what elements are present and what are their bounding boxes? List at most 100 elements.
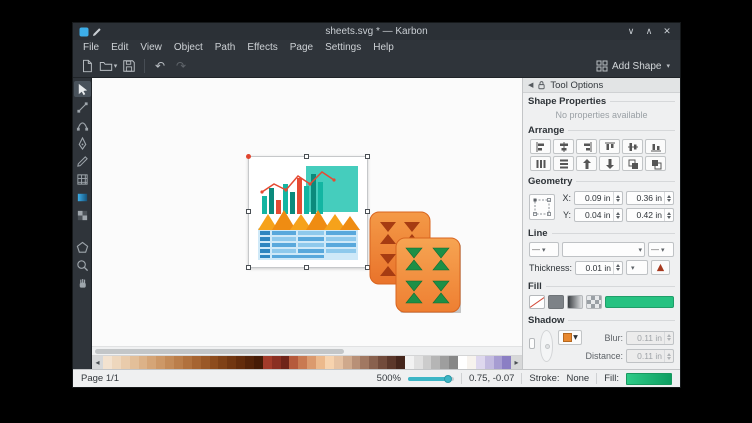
fill-gradient-button[interactable] xyxy=(567,295,583,309)
bring-to-front-button[interactable] xyxy=(622,156,643,171)
palette-swatch[interactable] xyxy=(396,356,405,369)
palette-swatch[interactable] xyxy=(485,356,494,369)
selection-handle[interactable] xyxy=(304,265,309,270)
line-join-combo[interactable]: ▾ xyxy=(626,260,648,275)
redo-button[interactable]: ↷ xyxy=(171,57,191,76)
statusbar-fill-swatch[interactable] xyxy=(626,373,672,385)
palette-swatch[interactable] xyxy=(423,356,432,369)
palette-swatch[interactable] xyxy=(405,356,414,369)
stroke-marker-button[interactable] xyxy=(651,260,670,275)
horizontal-scrollbar[interactable] xyxy=(92,346,522,355)
palette-swatch[interactable] xyxy=(378,356,387,369)
thickness-spinbox[interactable]: 0.01 in xyxy=(575,261,623,275)
palette-swatch[interactable] xyxy=(236,356,245,369)
menu-edit[interactable]: Edit xyxy=(105,40,134,55)
palette-swatch[interactable] xyxy=(289,356,298,369)
zoom-slider[interactable] xyxy=(408,377,454,381)
tool-node-edit-button[interactable] xyxy=(74,117,91,133)
height-spinbox[interactable]: 0.42 in xyxy=(626,208,675,222)
palette-swatch[interactable] xyxy=(147,356,156,369)
align-bottom-button[interactable] xyxy=(645,139,666,154)
fill-pattern-button[interactable] xyxy=(586,295,602,309)
width-spinbox[interactable]: 0.36 in xyxy=(626,191,675,205)
align-vcenter-button[interactable] xyxy=(622,139,643,154)
palette-swatch[interactable] xyxy=(121,356,130,369)
dock-header[interactable]: ◀ Tool Options xyxy=(523,78,680,93)
palette-swatch[interactable] xyxy=(245,356,254,369)
palette-swatch[interactable] xyxy=(334,356,343,369)
selection-handle[interactable] xyxy=(246,209,251,214)
menu-path[interactable]: Path xyxy=(209,40,242,55)
tool-select-button[interactable] xyxy=(74,81,91,97)
tool-path-button[interactable] xyxy=(74,99,91,115)
palette-swatch[interactable] xyxy=(431,356,440,369)
palette-swatch[interactable] xyxy=(369,356,378,369)
position-anchor-widget[interactable] xyxy=(529,194,555,220)
titlebar[interactable]: sheets.svg * — Karbon ∨ ∧ ✕ xyxy=(73,23,680,40)
blur-spinbox[interactable]: 0.11 in xyxy=(626,331,674,345)
tool-grid-button[interactable] xyxy=(74,171,91,187)
spin-arrows[interactable] xyxy=(664,192,673,204)
selection-handle[interactable] xyxy=(365,154,370,159)
new-document-button[interactable] xyxy=(77,57,97,76)
menu-settings[interactable]: Settings xyxy=(319,40,367,55)
tool-calligraphy-button[interactable] xyxy=(74,135,91,151)
palette-swatch[interactable] xyxy=(263,356,272,369)
menu-file[interactable]: File xyxy=(77,40,105,55)
palette-swatch[interactable] xyxy=(414,356,423,369)
palette-swatch[interactable] xyxy=(458,356,467,369)
chart-image-object[interactable] xyxy=(248,156,368,268)
tool-zoom-button[interactable] xyxy=(74,257,91,273)
menu-help[interactable]: Help xyxy=(367,40,400,55)
palette-swatch[interactable] xyxy=(174,356,183,369)
palette-swatch[interactable] xyxy=(183,356,192,369)
shadow-enable-checkbox[interactable] xyxy=(529,338,535,349)
palette-swatch[interactable] xyxy=(298,356,307,369)
send-to-back-button[interactable] xyxy=(645,156,666,171)
tool-shape-button[interactable] xyxy=(74,239,91,255)
tool-pencil-button[interactable] xyxy=(74,153,91,169)
palette-swatch[interactable] xyxy=(352,356,361,369)
menu-object[interactable]: Object xyxy=(168,40,209,55)
shadow-angle-dial[interactable] xyxy=(540,330,554,362)
palette-swatch[interactable] xyxy=(130,356,139,369)
align-right-button[interactable] xyxy=(576,139,597,154)
palette-swatch[interactable] xyxy=(440,356,449,369)
minimize-button[interactable]: ∨ xyxy=(624,26,638,37)
menu-view[interactable]: View xyxy=(134,40,168,55)
align-left-button[interactable] xyxy=(530,139,551,154)
line-style-combo[interactable]: ▾ xyxy=(562,242,645,257)
close-button[interactable]: ✕ xyxy=(660,26,674,37)
maximize-button[interactable]: ∧ xyxy=(642,26,656,37)
spin-arrows[interactable] xyxy=(664,209,673,221)
y-position-spinbox[interactable]: 0.04 in xyxy=(574,208,623,222)
add-shape-button[interactable]: Add Shape ▾ xyxy=(590,57,676,76)
undo-button[interactable]: ↶ xyxy=(150,57,170,76)
palette-swatch[interactable] xyxy=(165,356,174,369)
menu-effects[interactable]: Effects xyxy=(241,40,283,55)
spin-arrows[interactable] xyxy=(613,209,622,221)
palette-swatch[interactable] xyxy=(210,356,219,369)
palette-swatch[interactable] xyxy=(254,356,263,369)
palette-swatch[interactable] xyxy=(316,356,325,369)
spin-arrows[interactable] xyxy=(613,192,622,204)
selection-handle[interactable] xyxy=(304,154,309,159)
palette-swatch[interactable] xyxy=(343,356,352,369)
menu-page[interactable]: Page xyxy=(284,40,319,55)
palette-swatch[interactable] xyxy=(307,356,316,369)
spin-arrows[interactable] xyxy=(613,262,622,274)
lower-button[interactable] xyxy=(599,156,620,171)
fill-color-bar[interactable] xyxy=(605,296,674,308)
line-cap-combo[interactable]: —▾ xyxy=(529,242,559,257)
horizontal-scrollbar-thumb[interactable] xyxy=(95,349,344,354)
palette-swatch[interactable] xyxy=(112,356,121,369)
palette-swatch[interactable] xyxy=(201,356,210,369)
line-end-combo[interactable]: —▾ xyxy=(648,242,674,257)
fill-none-button[interactable] xyxy=(529,295,545,309)
tool-gradient-button[interactable] xyxy=(74,189,91,205)
palette-left-arrow-icon[interactable]: ◂ xyxy=(92,356,103,369)
palette-swatch[interactable] xyxy=(387,356,396,369)
palette-swatch[interactable] xyxy=(325,356,334,369)
open-document-button[interactable]: ▾ xyxy=(98,57,118,76)
palette-swatch[interactable] xyxy=(139,356,148,369)
